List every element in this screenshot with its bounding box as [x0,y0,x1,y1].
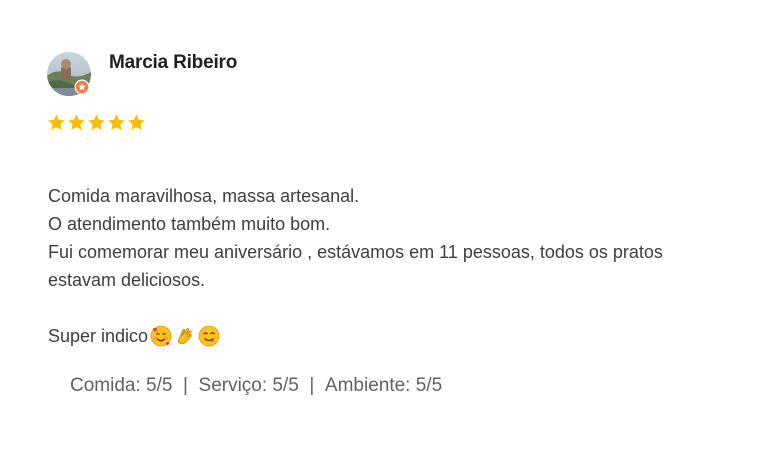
review-line: estavam deliciosos. [48,270,206,290]
review-line: Fui comemorar meu aniversário , estávamo… [48,242,663,262]
star-rating [47,113,146,132]
star-icon [88,114,105,131]
star-icon [128,114,145,131]
service-rating: Serviço: 5/5 [198,375,299,396]
review-text: Comida maravilhosa, massa artesanal. O a… [48,182,738,350]
ambience-rating: Ambiente: 5/5 [324,375,443,396]
clapping-hands-icon [174,325,196,347]
face-savoring-food-icon [198,325,220,347]
sub-ratings: Comida: 5/5 | Serviço: 5/5 | Ambiente: 5… [70,375,442,397]
star-icon [108,114,125,131]
review-line-last: Super indico [48,322,738,350]
review-card: Marcia Ribeiro Comida maravilhosa, massa… [0,0,768,452]
star-icon [48,114,65,131]
smiling-face-with-hearts-icon [150,325,172,347]
star-icon [68,114,85,131]
reviewer-name[interactable]: Marcia Ribeiro [109,52,237,74]
local-guide-badge-icon [74,79,90,95]
food-rating: Comida: 5/5 [70,375,173,396]
review-line: O atendimento também muito bom. [48,214,331,234]
review-line: Super indico [48,326,149,346]
review-line: Comida maravilhosa, massa artesanal. [48,186,360,206]
